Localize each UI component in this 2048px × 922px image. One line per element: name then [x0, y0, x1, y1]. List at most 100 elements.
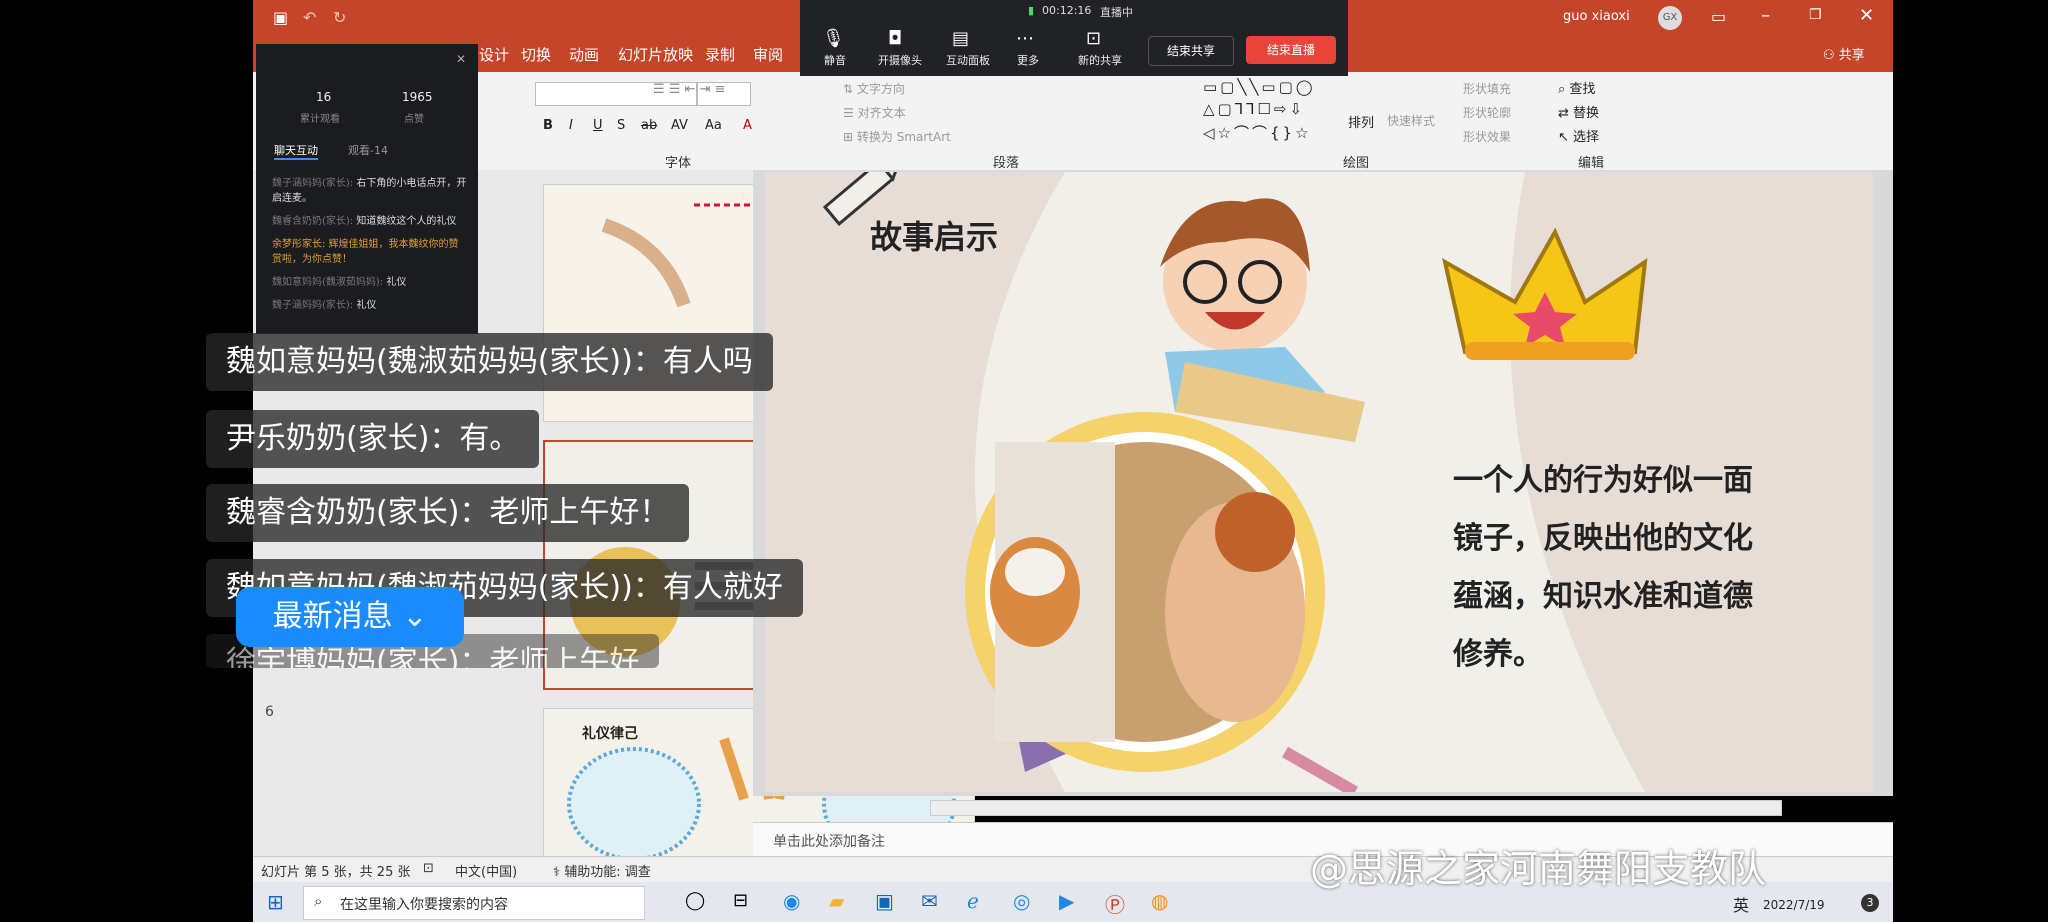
minimize-icon[interactable]: – [1761, 5, 1770, 26]
quick-styles-button[interactable]: 快速样式 [1387, 112, 1435, 129]
group-paragraph-label: 段落 [993, 156, 1020, 171]
group-drawing-label: 绘图 [1343, 156, 1370, 171]
smartart-button[interactable]: ⊞ 转换为 SmartArt [843, 128, 951, 145]
close-icon[interactable]: ✕ [1859, 5, 1874, 26]
shape-fill-button[interactable]: 形状填充 [1463, 80, 1511, 97]
shapes-gallery[interactable]: ▭▢╲╲▭▢◯ [1203, 78, 1316, 96]
panel-message-list: 魏子涵妈妈(家长): 右下角的小电话点开，开启连麦。 魏睿含奶奶(家长): 知道… [272, 176, 468, 321]
spacing-button[interactable]: AV [671, 118, 688, 133]
file-explorer-icon[interactable]: ▰ [829, 889, 844, 913]
live-app-icon[interactable]: ▶ [1059, 889, 1074, 913]
interaction-panel: ✕ 16 累计观看 1965 点赞 聊天互动 观看-14 魏子涵妈妈(家长): … [256, 44, 478, 334]
chat-app-icon[interactable]: ◍ [1151, 889, 1168, 913]
shape-outline-button[interactable]: 形状轮廓 [1463, 104, 1511, 121]
shape-effects-button[interactable]: 形状效果 [1463, 128, 1511, 145]
taskbar-search-box[interactable]: ⌕ 在这里输入你要搜索的内容 [303, 886, 645, 920]
ie-icon[interactable]: ℯ [967, 889, 979, 913]
meeting-app-icon[interactable]: ◎ [1013, 889, 1030, 913]
camera-icon[interactable]: ◘ [888, 28, 902, 49]
tab-slideshow[interactable]: 幻灯片放映 [618, 44, 693, 65]
slide-title[interactable]: 故事启示 [870, 212, 998, 258]
redo-icon[interactable]: ↻ [333, 8, 346, 27]
accessibility-status[interactable]: ⚕ 辅助功能: 调查 [553, 861, 651, 880]
font-color-button[interactable]: A [743, 118, 752, 133]
meeting-timer: 00:12:16 [1042, 4, 1092, 17]
windows-start-icon[interactable]: ⊞ [267, 890, 284, 914]
tab-design[interactable]: 设计 [479, 44, 509, 65]
stat-label: 累计观看 [300, 114, 340, 125]
slide-body-line: 镜子，反映出他的文化 [1453, 521, 1753, 556]
live-status: 直播中 [1100, 6, 1133, 19]
accessibility-icon: ⚕ [553, 865, 561, 880]
message-text: 礼仪 [386, 277, 407, 288]
panel-close-icon[interactable]: ✕ [456, 52, 466, 66]
tab-review[interactable]: 审阅 [753, 44, 783, 65]
group-editing-label: 编辑 [1578, 156, 1605, 171]
ime-indicator[interactable]: 英 [1733, 892, 1749, 916]
new-share-button[interactable]: 新的共享 [1070, 52, 1130, 68]
notes-placeholder: 单击此处添加备注 [773, 834, 885, 850]
list-icons[interactable]: ☰ ☰ ⇤ ⇥ ≡ [653, 82, 726, 97]
case-button[interactable]: Aa [705, 118, 722, 133]
replace-label: 替换 [1573, 106, 1600, 121]
more-icon[interactable]: ⋯ [1016, 28, 1034, 49]
bold-button[interactable]: B [543, 118, 553, 133]
ribbon-display-icon[interactable]: ▭ [1711, 7, 1726, 26]
tab-record[interactable]: 录制 [705, 44, 735, 65]
strikethrough-button[interactable]: ab [641, 118, 657, 133]
align-text-button[interactable]: ☰ 对齐文本 [843, 104, 906, 121]
share-label: 共享 [1838, 48, 1865, 63]
arrange-button[interactable]: 排列 [1348, 112, 1374, 131]
more-button[interactable]: 更多 [1008, 52, 1048, 68]
stop-share-button[interactable]: 结束共享 [1148, 36, 1234, 66]
italic-button[interactable]: I [569, 118, 573, 133]
camera-button[interactable]: 开摄像头 [870, 52, 930, 68]
interaction-panel-icon[interactable]: ▤ [952, 28, 969, 49]
slide-canvas[interactable]: 故事启示 一个人的行为好似一面 镜子，反映出他的文化 蕴涵，知识水准和道德 修养… [765, 172, 1873, 792]
panel-tab-viewers[interactable]: 观看-14 [348, 142, 388, 158]
tab-animations[interactable]: 动画 [569, 44, 599, 65]
chat-bubble: 魏如意妈妈(魏淑茹妈妈(家长))：有人吗 [206, 333, 773, 391]
interaction-panel-button[interactable]: 互动面板 [938, 52, 998, 68]
end-live-button[interactable]: 结束直播 [1246, 36, 1336, 64]
tab-transitions[interactable]: 切换 [521, 44, 551, 65]
replace-button[interactable]: ⇄ 替换 [1558, 102, 1599, 121]
align-icon: ☰ [843, 106, 854, 120]
panel-tab-chat[interactable]: 聊天互动 [274, 142, 318, 160]
new-share-icon[interactable]: ⊡ [1086, 28, 1101, 49]
microphone-icon[interactable]: 🎙 [822, 28, 845, 49]
maximize-icon[interactable]: ❐ [1809, 7, 1822, 23]
undo-icon[interactable]: ↶ [303, 8, 316, 27]
widgets-icon[interactable]: ⊟ [733, 890, 748, 911]
text-direction-icon: ⇅ [843, 82, 854, 96]
replace-icon: ⇄ [1558, 106, 1569, 121]
text-direction-button[interactable]: ⇅ 文字方向 [843, 80, 905, 97]
align-text-label: 对齐文本 [857, 106, 906, 120]
underline-button[interactable]: U [593, 118, 603, 133]
mute-button[interactable]: 静音 [810, 52, 860, 68]
slide-body-textbox[interactable]: 一个人的行为好似一面 镜子，反映出他的文化 蕴涵，知识水准和道德 修养。 [1453, 452, 1783, 684]
find-button[interactable]: ⌕ 查找 [1558, 78, 1595, 97]
horizontal-scrollbar[interactable] [930, 800, 1782, 816]
shapes-gallery-row3[interactable]: ◁☆⌒⌒{}☆ [1203, 122, 1312, 143]
spell-check-icon[interactable]: ⊡ [423, 861, 434, 876]
share-button[interactable]: ⚇ 共享 [1823, 44, 1865, 63]
slide-body-line: 一个人的行为好似一面 [1453, 463, 1753, 498]
avatar[interactable]: GX [1658, 6, 1682, 30]
language-indicator[interactable]: 中文(中国) [455, 861, 517, 880]
new-messages-label: 最新消息 [272, 599, 393, 634]
user-name: guo xiaoxi [1563, 9, 1630, 24]
edge-icon[interactable]: ◉ [783, 889, 800, 913]
shapes-gallery-row2[interactable]: △▢⅂⅂☐⇨⇩ [1203, 100, 1305, 118]
mail-icon[interactable]: ✉ [921, 889, 938, 913]
select-button[interactable]: ↖ 选择 [1558, 126, 1599, 145]
smartart-label: 转换为 SmartArt [856, 130, 951, 144]
save-icon[interactable]: ▣ [273, 8, 288, 27]
notification-badge[interactable]: 3 [1861, 894, 1879, 912]
powerpoint-icon[interactable]: Ⓟ [1105, 889, 1125, 918]
shadow-button[interactable]: S [617, 118, 625, 133]
clock-date[interactable]: 2022/7/19 [1763, 898, 1825, 912]
store-icon[interactable]: ▣ [875, 889, 894, 913]
task-view-icon[interactable]: ◯ [685, 890, 705, 911]
new-messages-button[interactable]: 最新消息 ⌄ [236, 587, 464, 647]
